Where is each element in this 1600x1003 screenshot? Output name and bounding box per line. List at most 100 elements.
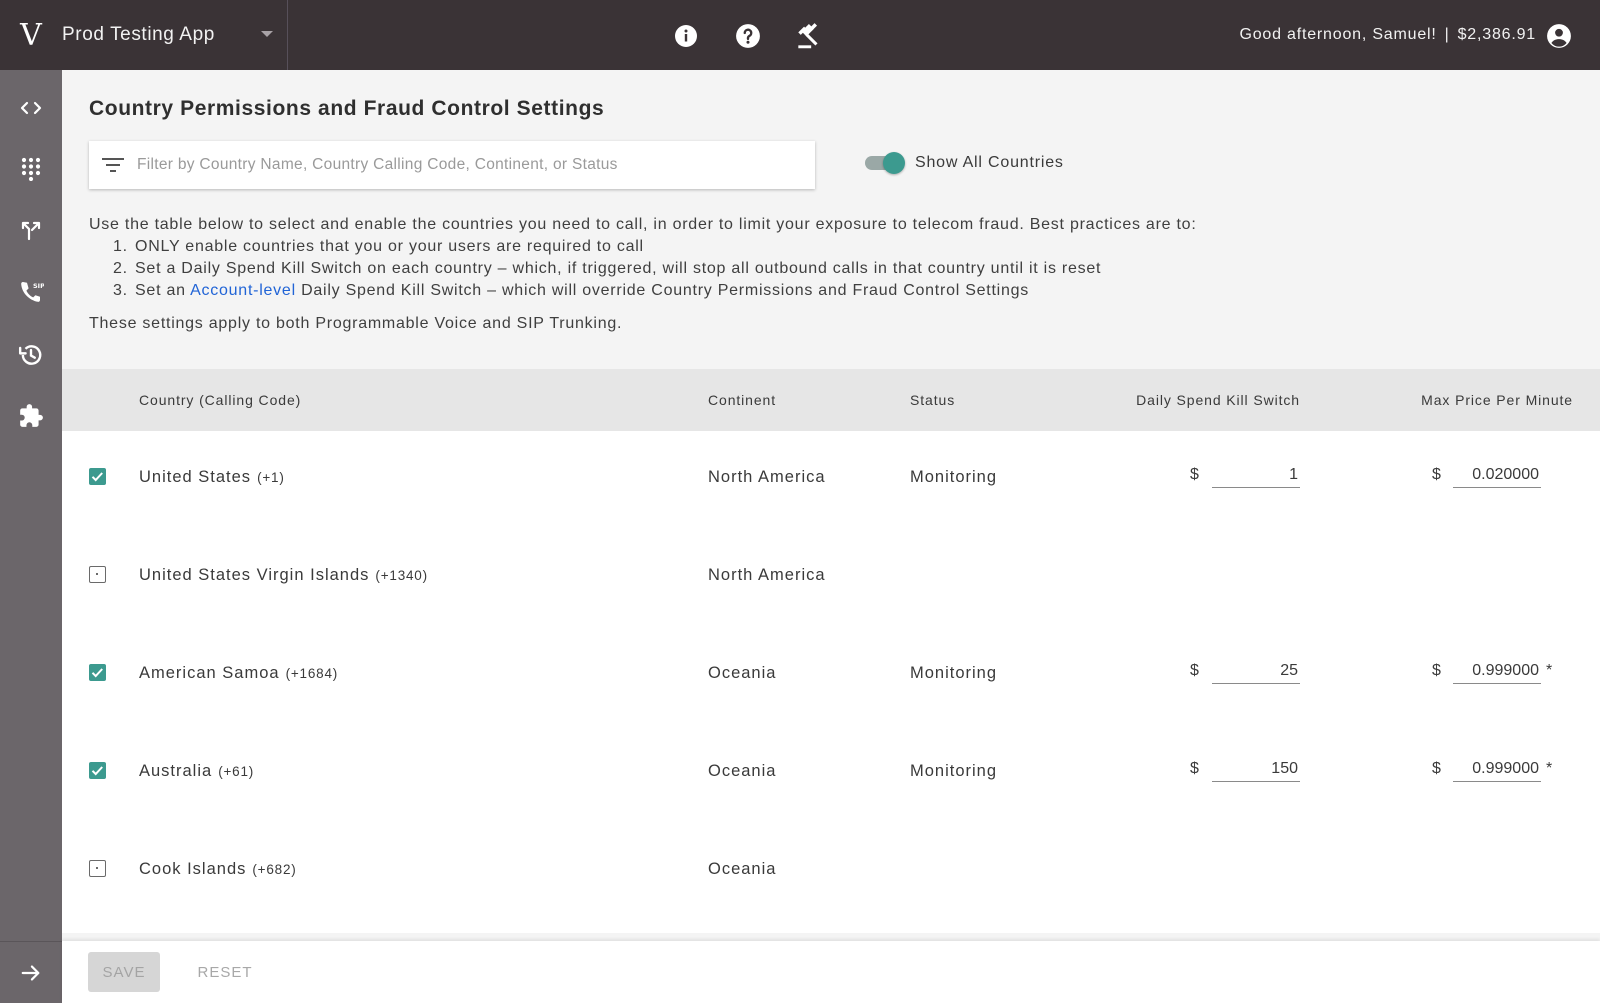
check-icon — [91, 668, 103, 678]
account-circle-icon[interactable] — [1546, 23, 1572, 49]
applies-note: These settings apply to both Programmabl… — [89, 315, 623, 332]
toggle-track[interactable] — [865, 152, 905, 174]
instructions-intro: Use the table below to select and enable… — [89, 216, 1197, 233]
continent-cell: North America — [708, 565, 826, 584]
table-row[interactable]: Australia (+61) Oceania Monitoring $ $ * — [62, 725, 1600, 823]
best-practices-list: ONLY enable countries that you or your u… — [133, 236, 1569, 302]
calling-code: (+682) — [252, 861, 297, 877]
table-row[interactable]: American Samoa (+1684) Oceania Monitoring… — [62, 627, 1600, 725]
action-footer: SAVE RESET — [62, 941, 1600, 1003]
continent-cell: Oceania — [708, 859, 777, 878]
dialpad-icon — [21, 157, 41, 181]
svg-text:SIP: SIP — [33, 282, 44, 290]
continent-cell: Oceania — [708, 663, 777, 682]
header-max-price[interactable]: Max Price Per Minute — [1421, 369, 1573, 431]
best-practice-suffix: Daily Spend Kill Switch – which will ove… — [301, 282, 1030, 299]
app-selector[interactable]: Prod Testing App — [62, 0, 288, 70]
country-cell: United States (+1) — [139, 431, 285, 523]
save-button[interactable]: SAVE — [88, 952, 160, 992]
toggle-label: Show All Countries — [915, 154, 1064, 171]
greeting-message: Good afternoon, Samuel! — [1239, 26, 1437, 43]
arrow-right-icon — [21, 964, 40, 981]
help-icon[interactable] — [732, 20, 764, 52]
status-cell: Monitoring — [910, 761, 998, 780]
row-checkbox[interactable] — [89, 566, 106, 583]
sidebar-item-code[interactable] — [0, 86, 62, 130]
country-name: Australia — [139, 761, 213, 780]
filter-box — [89, 141, 815, 189]
max-price-input[interactable] — [1453, 462, 1541, 488]
sidebar-item-call-split[interactable] — [0, 209, 62, 253]
page-title: Country Permissions and Fraud Control Se… — [89, 97, 605, 120]
sidebar-item-sip[interactable]: SIP — [0, 270, 62, 314]
table-row[interactable]: Cook Islands (+682) Oceania — [62, 823, 1600, 921]
status-cell: Monitoring — [910, 663, 998, 682]
country-name: United States — [139, 467, 252, 486]
greeting-separator: | — [1444, 26, 1450, 43]
filter-input[interactable] — [137, 156, 797, 174]
kill-switch-input[interactable] — [1212, 756, 1300, 782]
instructions: Use the table below to select and enable… — [89, 214, 1569, 302]
show-all-countries-toggle[interactable]: Show All Countries — [865, 152, 1064, 174]
country-cell: Australia (+61) — [139, 725, 254, 817]
table-row[interactable]: United States (+1) North America Monitori… — [62, 431, 1600, 529]
account-level-link[interactable]: Account-level — [190, 282, 296, 299]
kill-switch-input[interactable] — [1212, 462, 1300, 488]
price-asterisk: * — [1546, 760, 1553, 777]
best-practice-text: ONLY enable countries that you or your u… — [135, 238, 644, 255]
table-header: Country (Calling Code) Continent Status … — [62, 369, 1600, 431]
call-split-icon — [21, 221, 41, 241]
info-icon[interactable] — [670, 20, 702, 52]
country-cell: United States Virgin Islands (+1340) — [139, 529, 428, 621]
calling-code: (+1) — [257, 469, 285, 485]
max-price-input[interactable] — [1453, 756, 1541, 782]
greeting-text: Good afternoon, Samuel! | $2,386.91 — [1239, 0, 1536, 70]
best-practice-prefix: Set an — [135, 282, 186, 299]
country-name: United States Virgin Islands — [139, 565, 370, 584]
sidebar-item-extensions[interactable] — [0, 394, 62, 438]
sidebar-expand-button[interactable] — [0, 941, 62, 1003]
calling-code: (+1340) — [375, 567, 428, 583]
row-checkbox[interactable] — [89, 860, 106, 877]
account-balance: $2,386.91 — [1457, 26, 1536, 43]
gavel-icon[interactable] — [794, 20, 826, 52]
price-asterisk: * — [1546, 662, 1553, 679]
row-checkbox[interactable] — [89, 762, 106, 779]
reset-button[interactable]: RESET — [188, 952, 262, 992]
best-practice-item: ONLY enable countries that you or your u… — [133, 236, 1569, 258]
currency-symbol: $ — [1190, 662, 1199, 679]
max-price-input[interactable] — [1453, 658, 1541, 684]
row-checkbox[interactable] — [89, 468, 106, 485]
currency-symbol: $ — [1432, 466, 1441, 483]
sidebar-item-history[interactable] — [0, 333, 62, 377]
toggle-knob[interactable] — [883, 152, 905, 174]
best-practice-item: Set a Daily Spend Kill Switch on each co… — [133, 258, 1569, 280]
code-icon — [20, 101, 42, 115]
header-kill-switch[interactable]: Daily Spend Kill Switch — [1136, 369, 1300, 431]
currency-symbol: $ — [1190, 466, 1199, 483]
header-continent[interactable]: Continent — [708, 369, 776, 431]
best-practice-item: Set an Account-level Daily Spend Kill Sw… — [133, 280, 1569, 302]
chevron-down-icon — [261, 31, 273, 37]
row-checkbox[interactable] — [89, 664, 106, 681]
calling-code: (+1684) — [285, 665, 339, 681]
country-cell: American Samoa (+1684) — [139, 627, 338, 719]
country-name: Cook Islands — [139, 859, 247, 878]
kill-switch-input[interactable] — [1212, 658, 1300, 684]
currency-symbol: $ — [1432, 662, 1441, 679]
best-practice-text: Set a Daily Spend Kill Switch on each co… — [135, 260, 1102, 277]
country-table: Country (Calling Code) Continent Status … — [62, 369, 1600, 933]
extension-icon — [20, 404, 43, 427]
header-status[interactable]: Status — [910, 369, 955, 431]
sip-phone-icon: SIP — [21, 282, 44, 302]
country-cell: Cook Islands (+682) — [139, 823, 297, 915]
header-country[interactable]: Country (Calling Code) — [139, 369, 301, 431]
check-icon — [91, 766, 103, 776]
check-icon — [91, 472, 103, 482]
top-icon-group — [670, 20, 826, 52]
table-row[interactable]: United States Virgin Islands (+1340) Nort… — [62, 529, 1600, 627]
sidebar-item-dialpad[interactable] — [0, 147, 62, 191]
app-name: Prod Testing App — [62, 24, 215, 45]
country-name: American Samoa — [139, 663, 280, 682]
brand-logo[interactable]: V — [0, 0, 62, 70]
